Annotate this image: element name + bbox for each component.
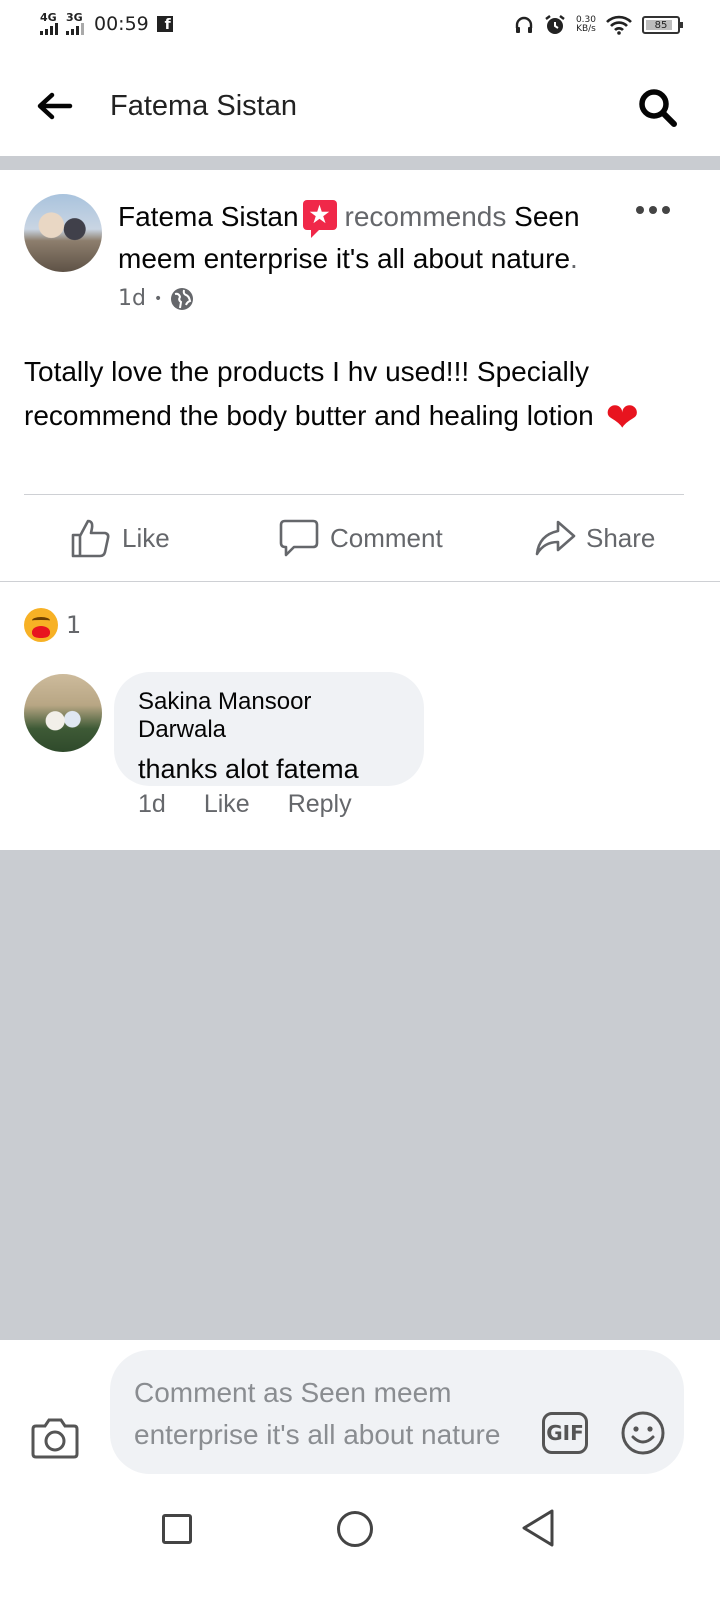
status-left: 4G 3G 00:59 f: [40, 12, 173, 35]
post-meta: 1d •: [118, 286, 194, 311]
more-icon[interactable]: [636, 200, 670, 220]
wifi-icon: [606, 15, 632, 35]
status-right: 0.30 KB/s 85: [514, 14, 683, 36]
post-actions: Like Comment Share: [0, 495, 720, 581]
network-indicator-2: 3G: [66, 12, 84, 35]
facebook-notification-icon: f: [156, 15, 173, 32]
post-author-avatar[interactable]: [24, 194, 102, 272]
signal-bars-icon: [40, 23, 58, 35]
comment-time: 1d: [138, 790, 166, 818]
like-icon: [71, 519, 110, 558]
header-period: .: [570, 243, 578, 274]
reaction-count: 1: [66, 611, 82, 639]
network-type-1: 4G: [40, 11, 57, 24]
emoji-icon[interactable]: [620, 1410, 666, 1456]
care-reaction-icon: [24, 608, 58, 642]
comment-icon: [279, 519, 319, 557]
post-text: Totally love the products I hv used!!! S…: [24, 350, 684, 440]
headphones-icon: [515, 16, 533, 33]
back-arrow-icon[interactable]: [34, 86, 74, 126]
post-time[interactable]: 1d: [118, 286, 146, 311]
post-author-name[interactable]: Fatema Sistan: [118, 201, 299, 232]
speed-unit: KB/s: [576, 24, 596, 34]
heart-emoji: ❤: [605, 396, 640, 440]
share-button[interactable]: Share: [534, 517, 655, 559]
camera-icon[interactable]: [30, 1414, 80, 1460]
empty-feed-area: [0, 850, 720, 1340]
comment-input[interactable]: Comment as Seen meem enterprise it's all…: [110, 1350, 684, 1474]
search-icon[interactable]: [636, 86, 680, 130]
like-button[interactable]: Like: [70, 517, 170, 559]
app-bar: Fatema Sistan: [0, 56, 720, 156]
section-divider: [0, 156, 720, 170]
share-icon: [535, 520, 576, 556]
network-indicator-1: 4G: [40, 12, 58, 35]
status-time: 00:59: [94, 12, 149, 35]
home-icon[interactable]: [337, 1511, 373, 1547]
network-speed: 0.30 KB/s: [576, 16, 596, 34]
comment-button[interactable]: Comment: [278, 517, 443, 559]
gif-button[interactable]: GIF: [542, 1412, 588, 1454]
signal-bars-icon: [66, 23, 84, 35]
commenter-name[interactable]: Sakina Mansoor Darwala: [138, 688, 400, 744]
battery-icon: 85: [642, 16, 683, 34]
comment-bubble[interactable]: Sakina Mansoor Darwala thanks alot fatem…: [114, 672, 424, 786]
reaction-summary[interactable]: 1: [24, 608, 81, 642]
divider: [0, 581, 720, 582]
comment-composer: Comment as Seen meem enterprise it's all…: [0, 1340, 720, 1490]
globe-icon: [171, 287, 194, 310]
comment-like-button[interactable]: Like: [204, 790, 250, 819]
status-bar: 4G 3G 00:59 f 0.30 KB/s 85: [0, 0, 720, 56]
system-nav-bar: [0, 1490, 720, 1600]
recent-apps-icon[interactable]: [162, 1514, 192, 1544]
alarm-icon: [545, 15, 565, 34]
recommendation-badge-icon: ★: [302, 200, 337, 238]
post-body-text: Totally love the products I hv used!!! S…: [24, 356, 594, 431]
comment-placeholder: Comment as Seen meem enterprise it's all…: [134, 1377, 501, 1450]
comment-label: Comment: [330, 522, 443, 553]
network-type-2: 3G: [66, 11, 83, 24]
share-label: Share: [586, 522, 656, 553]
meta-dot: •: [153, 290, 163, 307]
page-title: Fatema Sistan: [110, 90, 297, 122]
comment-reply-button[interactable]: Reply: [288, 790, 352, 819]
comment-actions: 1d Like Reply: [138, 790, 352, 819]
commenter-avatar[interactable]: [24, 674, 102, 752]
post-header: Fatema Sistan ★ recommends Seen meem enter…: [118, 196, 598, 280]
battery-level: 85: [654, 19, 668, 31]
recommends-label: recommends: [344, 201, 507, 232]
nav-back-icon[interactable]: [520, 1508, 556, 1548]
like-label: Like: [122, 522, 170, 553]
comment-text: thanks alot fatema: [138, 754, 359, 784]
